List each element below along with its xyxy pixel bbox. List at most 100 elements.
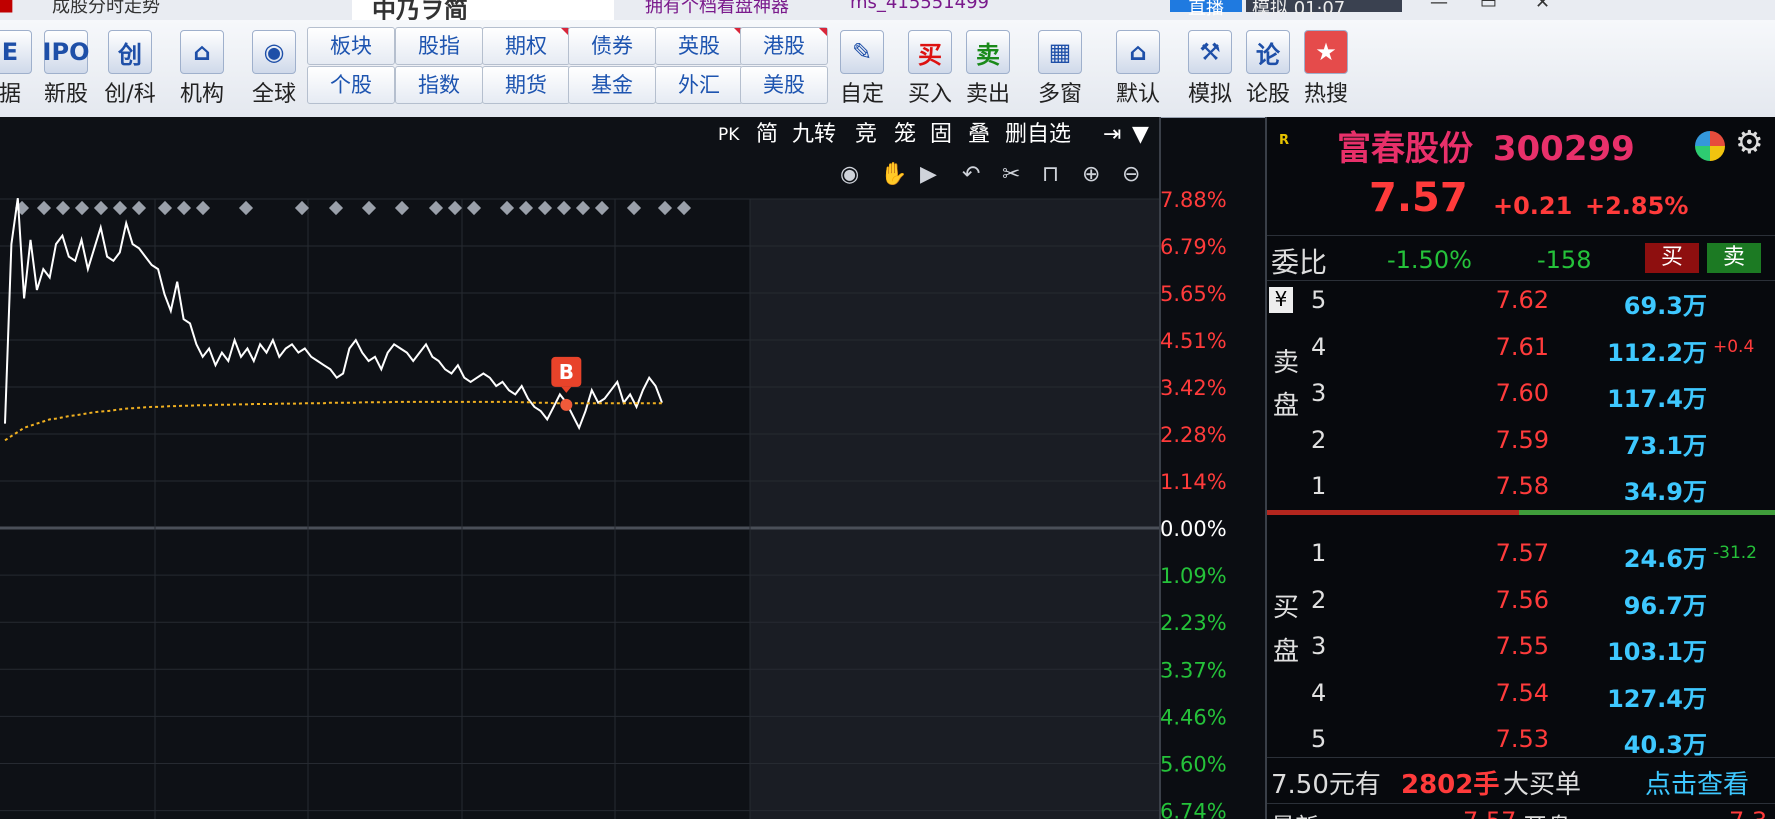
undo-icon[interactable]: ↶ (962, 157, 980, 193)
chart-tool-2[interactable]: 九转 (792, 117, 836, 153)
chart-tool-6[interactable]: 叠 (968, 117, 990, 153)
bids-delta: -31.2 (1713, 543, 1757, 563)
toolbar-hot-search-button[interactable]: ★ 热搜 (1296, 30, 1356, 108)
market-button-1-2[interactable]: 期货 (482, 66, 570, 104)
bids-row[interactable]: 3 7.55 103.1万 (1267, 624, 1775, 670)
toolbar-multi-window-button[interactable]: ▦ 多窗 (1030, 30, 1090, 108)
market-button-1-0[interactable]: 个股 (307, 66, 395, 104)
chart-canvas[interactable]: 7.88% 6.79% 5.65% 4.51% 3.42% 2.28% 1.14% 0.00%… (0, 117, 1265, 819)
market-button-0-5[interactable]: 港股 (740, 27, 828, 65)
ipo-icon: IPO (43, 30, 89, 74)
chart-tool-0[interactable]: PK (718, 117, 739, 153)
live-button[interactable]: 直播 (1170, 0, 1242, 19)
big-order-qty: 2802手 (1401, 770, 1500, 800)
toolbar-discuss-label: 论股 (1245, 82, 1290, 107)
asks-level: 5 (1311, 286, 1327, 314)
lock-icon[interactable]: ⊓ (1042, 157, 1059, 193)
ask-strength-bar (1267, 510, 1519, 515)
eye-icon[interactable]: ◉ (840, 157, 859, 193)
market-button-1-1[interactable]: 指数 (395, 66, 483, 104)
data-icon: E (0, 30, 32, 74)
global-icon: ◉ (252, 30, 296, 74)
asks-row[interactable]: 4 7.61 112.2万 +0.4 (1267, 325, 1775, 371)
maximize-icon[interactable]: ▭ (1480, 0, 1497, 13)
play-icon[interactable]: ▶ (920, 157, 937, 193)
asks-row[interactable]: 5 7.62 69.3万 (1267, 278, 1775, 324)
sim-time: 模拟 01·07 (1246, 0, 1402, 19)
y-tick-label: 3.37% (1160, 658, 1227, 682)
toolbar-data-button[interactable]: E据 (0, 30, 40, 108)
minimize-icon[interactable]: — (1430, 0, 1448, 13)
bids-level: 2 (1311, 585, 1327, 614)
chart-tool-7[interactable]: 删自选 (1005, 117, 1071, 153)
asks-price: 7.60 (1495, 379, 1549, 407)
asks-delta: +0.4 (1713, 336, 1755, 357)
quick-buy-button[interactable]: 买 (1645, 243, 1699, 273)
bids-level: 1 (1311, 539, 1327, 567)
bids-row[interactable]: 2 7.56 96.7万 (1267, 578, 1775, 624)
bids-level: 5 (1311, 725, 1327, 753)
chart-tool-3[interactable]: 竞 (855, 117, 877, 153)
collapse-panel-icon[interactable]: ⇥ (1103, 117, 1121, 153)
toolbar-custom-label: 自定 (839, 82, 884, 107)
asks-level: 3 (1311, 379, 1327, 407)
dropdown-icon[interactable]: ▼ (1132, 117, 1149, 153)
market-button-1-4[interactable]: 外汇 (655, 66, 743, 104)
pie-chart-icon[interactable] (1695, 131, 1725, 161)
market-button-1-3[interactable]: 基金 (568, 66, 656, 104)
toolbar-chuangke-button[interactable]: 创创/科 (100, 30, 160, 108)
asks-volume: 112.2万 (1607, 338, 1707, 367)
y-tick-label: 5.65% (1160, 282, 1227, 306)
close-icon[interactable]: ✕ (1535, 0, 1550, 13)
market-button-1-5[interactable]: 美股 (740, 66, 828, 104)
view-big-order-link[interactable]: 点击查看 (1645, 764, 1749, 801)
chart-tool-1[interactable]: 简 (756, 117, 778, 153)
asks-row[interactable]: 2 7.59 73.1万 (1267, 418, 1775, 464)
gear-icon[interactable]: ⚙ (1735, 123, 1764, 161)
toolbar-sell-label: 卖出 (965, 82, 1010, 107)
asks-level: 2 (1311, 425, 1327, 454)
current-price: 7.57 (1369, 175, 1468, 221)
account-name[interactable]: ms_415551499 (850, 0, 989, 13)
chart-tool-4[interactable]: 笼 (894, 117, 916, 153)
bids-row[interactable]: 4 7.54 127.4万 (1267, 671, 1775, 717)
scissors-icon[interactable]: ✂ (1002, 157, 1020, 193)
asks-row[interactable]: 3 7.60 117.4万 (1267, 371, 1775, 417)
market-button-0-1[interactable]: 股指 (395, 27, 483, 65)
custom-icon: ✎ (840, 30, 884, 74)
toolbar-discuss-button[interactable]: 论论股 (1238, 30, 1298, 108)
y-tick-label: 4.51% (1160, 329, 1227, 353)
toolbar-global-button[interactable]: ◉ 全球 (244, 30, 304, 108)
y-tick-label: 4.46% (1160, 705, 1227, 729)
hot-search-icon: ★ (1304, 30, 1348, 74)
toolbar-custom-button[interactable]: ✎ 自定 (832, 30, 892, 108)
marquee-text[interactable]: 拥有个档看盘神器 (645, 0, 789, 18)
zoom-out-icon[interactable]: ⊖ (1122, 157, 1140, 193)
intraday-chart[interactable]: 7.88% 6.79% 5.65% 4.51% 3.42% 2.28% 1.14% 0.00%… (0, 117, 1265, 819)
chart-tool-5[interactable]: 固 (930, 117, 952, 153)
market-button-label: 外汇 (678, 73, 720, 97)
stock-title: 富春股份 300299 (1337, 121, 1635, 170)
market-button-0-4[interactable]: 英股 (655, 27, 743, 65)
toolbar-default-button[interactable]: ⌂ 默认 (1108, 30, 1168, 108)
divider (1267, 757, 1775, 758)
ratio-label: 委比 (1271, 246, 1328, 279)
toolbar-ipo-button[interactable]: IPO 新股 (36, 30, 96, 108)
bids-price: 7.53 (1495, 725, 1549, 753)
market-button-0-0[interactable]: 板块 (307, 27, 395, 65)
future-time-shade (750, 199, 1160, 819)
bids-row[interactable]: 1 7.57 24.6万 -31.2 (1267, 531, 1775, 577)
zoom-in-icon[interactable]: ⊕ (1082, 157, 1100, 193)
asks-row[interactable]: 1 7.58 34.9万 (1267, 464, 1775, 510)
hand-icon[interactable]: ✋ (880, 157, 907, 193)
toolbar-institution-button[interactable]: ⌂ 机构 (172, 30, 232, 108)
asks-price: 7.58 (1495, 472, 1549, 500)
market-button-0-2[interactable]: 期权 (482, 27, 570, 65)
toolbar-buy-button[interactable]: 买买入 (900, 30, 960, 108)
quick-sell-button[interactable]: 卖 (1707, 243, 1761, 273)
y-tick-label: 5.60% (1160, 753, 1227, 777)
market-button-0-3[interactable]: 债券 (568, 27, 656, 65)
toolbar-simulate-button[interactable]: ⚒ 模拟 (1180, 30, 1240, 108)
toolbar-sell-button[interactable]: 卖卖出 (958, 30, 1018, 108)
institution-icon: ⌂ (180, 30, 224, 74)
